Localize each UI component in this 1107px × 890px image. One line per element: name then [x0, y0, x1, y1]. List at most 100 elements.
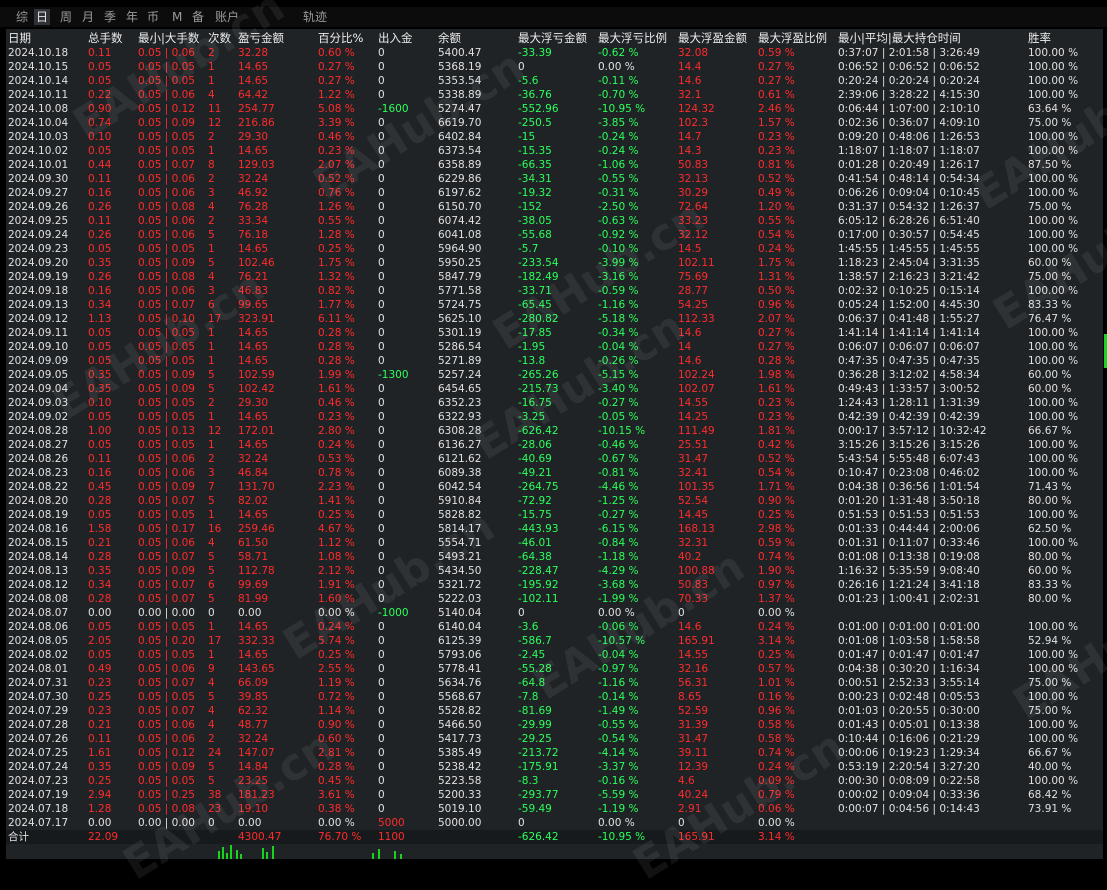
tab-symbol[interactable]: 币 — [145, 9, 161, 25]
table-row[interactable]: 2024.08.19 0.05 0.05 | 0.05 1 14.65 0.25 % 0 58… — [6, 508, 1103, 522]
tab-magic[interactable]: M — [170, 9, 184, 25]
table-row[interactable]: 2024.08.07 0.00 0.00 | 0.00 0 0.00 0.00 % -100… — [6, 606, 1103, 620]
cell-max-float-profit: 31.39 — [678, 719, 709, 731]
tab-year[interactable]: 年 — [124, 9, 140, 25]
table-row[interactable]: 2024.10.18 0.11 0.05 | 0.06 2 32.28 0.60 % 0 54… — [6, 46, 1103, 60]
chart-bar — [266, 852, 268, 859]
table-row[interactable]: 2024.07.19 2.94 0.05 | 0.25 38 181.23 3.61 % 0… — [6, 788, 1103, 802]
column-header-win-rate[interactable]: 胜率 — [1028, 30, 1051, 46]
cell-min-max-lots: 0.05 | 0.17 — [138, 523, 195, 535]
table-row[interactable]: 2024.09.19 0.26 0.05 | 0.08 4 76.21 1.32 % 0 58… — [6, 270, 1103, 284]
cell-min-max-lots: 0.05 | 0.06 — [138, 733, 195, 745]
table-row[interactable]: 2024.09.26 0.26 0.05 | 0.08 4 76.28 1.26 % 0 61… — [6, 200, 1103, 214]
tab-track[interactable]: 轨迹 — [301, 9, 329, 25]
cell-max-float-loss: -66.35 — [518, 159, 552, 171]
cell-trade-count: 7 — [208, 481, 215, 493]
column-header-trade-count[interactable]: 次数 — [208, 30, 231, 46]
cell-profit: 19.10 — [238, 803, 269, 815]
cell-trade-count: 2 — [208, 131, 215, 143]
table-row[interactable]: 2024.09.24 0.26 0.05 | 0.06 5 76.18 1.28 % 0 60… — [6, 228, 1103, 242]
table-row[interactable]: 2024.08.26 0.11 0.05 | 0.06 2 32.24 0.53 % 0 61… — [6, 452, 1103, 466]
cell-max-float-loss: -7.8 — [518, 691, 539, 703]
column-header-min-max-lots[interactable]: 最小|大手数 — [138, 30, 199, 46]
table-row[interactable]: 2024.09.27 0.16 0.05 | 0.06 3 46.92 0.76 % 0 61… — [6, 186, 1103, 200]
table-row[interactable]: 2024.10.02 0.05 0.05 | 0.05 1 14.65 0.23 % 0 63… — [6, 144, 1103, 158]
table-row[interactable]: 2024.09.13 0.34 0.05 | 0.07 6 99.65 1.77 % 0 57… — [6, 298, 1103, 312]
table-row[interactable]: 2024.08.05 2.05 0.05 | 0.20 17 332.33 5.74 % 0… — [6, 634, 1103, 648]
column-header-profit[interactable]: 盈亏金额 — [238, 30, 284, 46]
table-row[interactable]: 2024.08.16 1.58 0.05 | 0.17 16 259.46 4.67 % 0… — [6, 522, 1103, 536]
column-header-deposit-withdraw[interactable]: 出入金 — [378, 30, 413, 46]
table-row[interactable]: 2024.08.27 0.05 0.05 | 0.05 1 14.65 0.24 % 0 61… — [6, 438, 1103, 452]
table-row[interactable]: 2024.07.26 0.11 0.05 | 0.06 2 32.24 0.60 % 0 54… — [6, 732, 1103, 746]
cell-max-float-loss: -233.54 — [518, 257, 559, 269]
table-row[interactable]: 2024.08.23 0.16 0.05 | 0.06 3 46.84 0.78 % 0 60… — [6, 466, 1103, 480]
table-row[interactable]: 2024.08.20 0.28 0.05 | 0.07 5 82.02 1.41 % 0 59… — [6, 494, 1103, 508]
table-row[interactable]: 2024.07.24 0.35 0.05 | 0.09 5 14.84 0.28 % 0 52… — [6, 760, 1103, 774]
column-header-max-float-profit[interactable]: 最大浮盈金额 — [678, 30, 747, 46]
table-row[interactable]: 2024.08.22 0.45 0.05 | 0.09 7 131.70 2.23 % 0 6… — [6, 480, 1103, 494]
table-row[interactable]: 2024.07.23 0.25 0.05 | 0.05 5 23.25 0.45 % 0 52… — [6, 774, 1103, 788]
table-row[interactable]: 2024.10.15 0.05 0.05 | 0.05 1 14.65 0.27 % 0 53… — [6, 60, 1103, 74]
column-header-hold-time[interactable]: 最小|平均|最大持仓时间 — [838, 30, 961, 46]
table-row[interactable]: 2024.07.30 0.25 0.05 | 0.05 5 39.85 0.72 % 0 55… — [6, 690, 1103, 704]
table-row[interactable]: 2024.07.17 0.00 0.00 | 0.00 0 0.00 0.00 % 5000… — [6, 816, 1103, 830]
table-row[interactable]: 2024.09.30 0.11 0.05 | 0.06 2 32.24 0.52 % 0 62… — [6, 172, 1103, 186]
table-row[interactable]: 2024.10.01 0.44 0.05 | 0.07 8 129.03 2.07 % 0 6… — [6, 158, 1103, 172]
table-row[interactable]: 2024.10.03 0.10 0.05 | 0.05 2 29.30 0.46 % 0 64… — [6, 130, 1103, 144]
cell-min-max-lots: 0.05 | 0.12 — [138, 747, 195, 759]
tab-summary[interactable]: 综 — [14, 9, 30, 25]
chart-bar — [378, 849, 380, 859]
table-row[interactable]: 2024.08.12 0.34 0.05 | 0.07 6 99.69 1.91 % 0 53… — [6, 578, 1103, 592]
table-row[interactable]: 2024.08.01 0.49 0.05 | 0.06 9 143.65 2.55 % 0 5… — [6, 662, 1103, 676]
table-row[interactable]: 2024.09.12 1.13 0.05 | 0.10 17 323.91 6.11 % 0… — [6, 312, 1103, 326]
column-header-max-float-loss[interactable]: 最大浮亏金额 — [518, 30, 587, 46]
cell-deposit-withdraw: 0 — [378, 173, 385, 185]
table-row[interactable]: 2024.09.02 0.05 0.05 | 0.05 1 14.65 0.23 % 0 63… — [6, 410, 1103, 424]
tab-week[interactable]: 周 — [58, 9, 74, 25]
table-row[interactable]: 2024.07.28 0.21 0.05 | 0.06 4 48.77 0.90 % 0 54… — [6, 718, 1103, 732]
tab-quarter[interactable]: 季 — [102, 9, 118, 25]
tab-account[interactable]: 账户 — [213, 9, 241, 25]
table-row[interactable]: 2024.09.03 0.10 0.05 | 0.05 2 29.30 0.46 % 0 63… — [6, 396, 1103, 410]
cell-max-float-loss-pct: -0.81 % — [598, 467, 639, 479]
table-row[interactable]: 2024.10.14 0.05 0.05 | 0.05 1 14.65 0.27 % 0 53… — [6, 74, 1103, 88]
table-row[interactable]: 2024.10.04 0.74 0.05 | 0.09 12 216.86 3.39 % 0… — [6, 116, 1103, 130]
table-row[interactable]: 2024.07.25 1.61 0.05 | 0.12 24 147.07 2.81 % 0… — [6, 746, 1103, 760]
tab-month[interactable]: 月 — [80, 9, 96, 25]
table-row[interactable]: 2024.08.02 0.05 0.05 | 0.05 1 14.65 0.25 % 0 57… — [6, 648, 1103, 662]
tab-day[interactable]: 日 — [34, 9, 51, 25]
column-header-max-float-profit-pct[interactable]: 最大浮盈比例 — [758, 30, 827, 46]
table-row[interactable]: 2024.09.23 0.05 0.05 | 0.05 1 14.65 0.25 % 0 59… — [6, 242, 1103, 256]
cell-max-float-loss-pct: -0.62 % — [598, 47, 639, 59]
cell-profit: 29.30 — [238, 131, 269, 143]
column-header-percent[interactable]: 百分比% — [318, 30, 363, 46]
table-row[interactable]: 2024.09.10 0.05 0.05 | 0.05 1 14.65 0.28 % 0 52… — [6, 340, 1103, 354]
table-row[interactable]: 2024.09.09 0.05 0.05 | 0.05 1 14.65 0.28 % 0 52… — [6, 354, 1103, 368]
column-header-balance[interactable]: 余额 — [438, 30, 461, 46]
table-row[interactable]: 2024.08.08 0.28 0.05 | 0.07 5 81.99 1.60 % 0 52… — [6, 592, 1103, 606]
table-row[interactable]: 2024.10.11 0.22 0.05 | 0.06 4 64.42 1.22 % 0 53… — [6, 88, 1103, 102]
column-header-date[interactable]: 日期 — [8, 30, 31, 46]
cell-min-max-lots: 0.05 | 0.05 — [138, 75, 195, 87]
tab-note[interactable]: 备 — [190, 9, 206, 25]
table-row[interactable]: 2024.09.04 0.35 0.05 | 0.09 5 102.42 1.61 % 0 6… — [6, 382, 1103, 396]
table-row[interactable]: 2024.09.18 0.16 0.05 | 0.06 3 46.83 0.82 % 0 57… — [6, 284, 1103, 298]
table-row[interactable]: 2024.08.15 0.21 0.05 | 0.06 4 61.50 1.12 % 0 55… — [6, 536, 1103, 550]
table-row[interactable]: 2024.08.06 0.05 0.05 | 0.05 1 14.65 0.24 % 0 61… — [6, 620, 1103, 634]
column-header-max-float-loss-pct[interactable]: 最大浮亏比例 — [598, 30, 667, 46]
table-row[interactable]: 2024.10.08 0.90 0.05 | 0.12 11 254.77 5.08 % -… — [6, 102, 1103, 116]
table-row[interactable]: 2024.07.18 1.28 0.05 | 0.08 23 19.10 0.38 % 0 5… — [6, 802, 1103, 816]
table-row[interactable]: 2024.08.14 0.28 0.05 | 0.07 5 58.71 1.08 % 0 54… — [6, 550, 1103, 564]
table-row[interactable]: 2024.09.11 0.05 0.05 | 0.05 1 14.65 0.28 % 0 53… — [6, 326, 1103, 340]
table-row[interactable]: 2024.09.25 0.11 0.05 | 0.06 2 33.34 0.55 % 0 60… — [6, 214, 1103, 228]
table-row[interactable]: 2024.09.20 0.35 0.05 | 0.09 5 102.46 1.75 % 0 5… — [6, 256, 1103, 270]
column-header-total-lots[interactable]: 总手数 — [88, 30, 123, 46]
table-row[interactable]: 2024.07.31 0.23 0.05 | 0.07 4 66.09 1.19 % 0 56… — [6, 676, 1103, 690]
table-row[interactable]: 2024.09.05 0.35 0.05 | 0.09 5 102.59 1.99 % -1… — [6, 368, 1103, 382]
cell-deposit-withdraw: 0 — [378, 509, 385, 521]
table-row[interactable]: 2024.08.28 1.00 0.05 | 0.13 12 172.01 2.80 % 0… — [6, 424, 1103, 438]
table-row[interactable]: 2024.08.13 0.35 0.05 | 0.09 5 112.78 2.12 % 0 5… — [6, 564, 1103, 578]
table-row[interactable]: 2024.07.29 0.23 0.05 | 0.07 4 62.32 1.14 % 0 55… — [6, 704, 1103, 718]
cell-min-max-lots: 0.05 | 0.05 — [138, 131, 195, 143]
